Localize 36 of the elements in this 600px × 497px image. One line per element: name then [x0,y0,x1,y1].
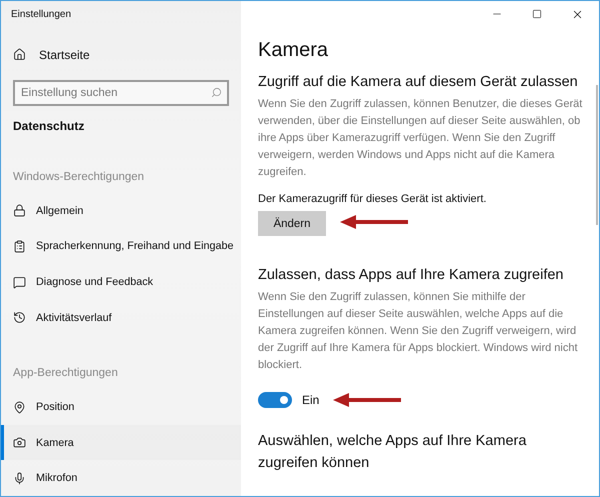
history-icon [13,311,26,324]
change-button[interactable]: Ändern [258,211,326,236]
section-description: Wenn Sie den Zugriff zulassen, können Sie mithilfe der Einstellungen auf dieser Seite auswählen, welche Apps auf die Kamera zugreifen können. Wenn Sie den Zugriff verweigern, wird der Zugriff auf Ihre Kamera für Apps blockiert. Windows wird nicht blockiert. [258,290,579,373]
speech-bubble-icon [13,276,26,289]
group-heading: App-Berechtigungen [12,366,119,382]
clipboard-icon [13,240,26,253]
scrollbar[interactable] [596,85,598,225]
pointer-arrow [340,214,408,228]
section-heading: Zulassen, dass Apps auf Ihre Kamera zugreifen [258,266,564,285]
window-title: Einstellungen [10,8,72,22]
nav-item[interactable]: Allgemein [1,193,241,229]
nav-item[interactable]: Kamera [1,424,241,460]
section-title: Datenschutz [12,118,86,136]
microphone-icon [13,472,26,485]
page-title: Kamera [258,38,330,63]
nav-item[interactable]: Spracherkennung, Freihand und Eingabe [1,228,241,264]
nav-item[interactable]: Aktivitätsverlauf [1,300,241,336]
section-description: Wenn Sie den Zugriff zulassen, können Benutzer, die dieses Gerät verwenden, über die Einstellungen auf dieser Seite auswählen, ob ihre Apps über Kamerazugriff verfügen. Wenn Sie den Zugriff verweigern, werden Windows und Apps nicht auf die Kamera zugreifen. [258,97,584,180]
camera-icon [13,436,26,450]
nav-item[interactable]: Diagnose und Feedback [1,264,241,300]
toggle-switch[interactable] [258,392,292,408]
lock-icon [13,204,26,218]
map-pin-icon [13,400,26,414]
group-heading: Windows-Berechtigungen [12,170,146,186]
maximize-icon [532,9,542,19]
pointer-arrow [333,393,402,407]
home-link[interactable]: Startseite [1,38,241,70]
status-text: Der Kamerazugriff für dieses Gerät ist aktiviert. [258,192,488,207]
section-heading: Auswählen, welche Apps auf Ihre Kamera zugreifen können [258,432,528,473]
search-field[interactable]: Einstellung suchen [13,80,229,106]
nav-item[interactable]: Position [1,389,241,425]
nav-item[interactable]: Mikrofon [1,460,241,496]
search-icon [211,87,222,98]
toggle-label: Ein [302,393,320,407]
home-icon [13,48,26,62]
section-heading: Zugriff auf die Kamera auf diesem Gerät zulassen [258,73,579,92]
